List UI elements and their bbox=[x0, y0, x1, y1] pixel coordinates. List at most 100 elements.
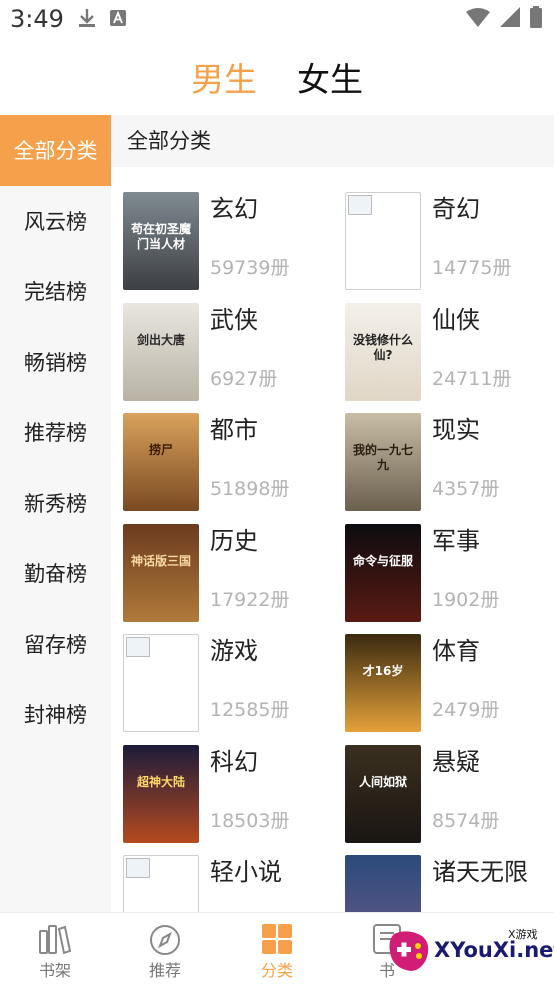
nav-bookshelf-label: 书架 bbox=[38, 961, 71, 980]
gender-tabs: 男生 女生 bbox=[0, 54, 554, 106]
cover-text: 命令与征服 bbox=[352, 553, 413, 568]
book-cover-image: 超神大陆 bbox=[123, 744, 199, 843]
book-cover-image: 人间如狱 bbox=[345, 744, 421, 843]
category-book-count: 1902册 bbox=[432, 588, 500, 611]
category-book-count: 14775册 bbox=[432, 257, 512, 279]
category-card[interactable]: 奇幻 14775册 bbox=[345, 192, 554, 292]
nav-category-label: 分类 bbox=[260, 961, 293, 980]
category-card[interactable]: 捞尸 都市 51898册 bbox=[123, 413, 333, 513]
sidebar-item-all-categories[interactable]: 全部分类 bbox=[0, 115, 111, 186]
category-content: 全部分类 苟在初圣魔门当人材 玄幻 59739册 奇幻 14775册剑出大唐 武侠 6927… bbox=[111, 115, 554, 912]
nav-recommend-label: 推荐 bbox=[148, 961, 181, 980]
sidebar-item-completed[interactable]: 完结榜 bbox=[0, 256, 111, 327]
category-card[interactable]: 诸天无限 bbox=[345, 855, 554, 912]
category-card[interactable]: 人间如狱 悬疑 8574册 bbox=[345, 744, 554, 845]
category-book-count: 2479册 bbox=[432, 699, 500, 721]
book-cover-image: 捞尸 bbox=[123, 413, 199, 511]
category-card[interactable]: 神话版三国 历史 17922册 bbox=[123, 523, 333, 624]
book-cover-image: 才16岁 bbox=[345, 634, 421, 732]
category-title: 悬疑 bbox=[432, 747, 480, 776]
sidebar-item-diligent[interactable]: 勤奋榜 bbox=[0, 538, 111, 609]
sidebar-item-recommended[interactable]: 推荐榜 bbox=[0, 397, 111, 468]
nav-category[interactable]: 分类 bbox=[222, 913, 332, 985]
sidebar-item-fengyun[interactable]: 风云榜 bbox=[0, 186, 111, 257]
sidebar-item-new[interactable]: 新秀榜 bbox=[0, 468, 111, 539]
category-card[interactable]: 没钱修什么仙? 仙侠 24711册 bbox=[345, 302, 554, 403]
category-card[interactable]: 我的一九七九 现实 4357册 bbox=[345, 413, 554, 513]
site-watermark: X游戏 XYouXi.net bbox=[388, 922, 554, 978]
broken-image-icon bbox=[126, 637, 150, 657]
category-book-count: 17922册 bbox=[210, 588, 290, 611]
cover-text: 才16岁 bbox=[362, 664, 404, 678]
tab-male[interactable]: 男生 bbox=[191, 54, 257, 106]
tab-female[interactable]: 女生 bbox=[297, 54, 363, 106]
category-book-count: 12585册 bbox=[210, 699, 290, 721]
category-book-count: 18503册 bbox=[210, 809, 290, 832]
category-book-count: 24711册 bbox=[432, 367, 512, 390]
category-book-count: 6927册 bbox=[210, 367, 278, 390]
category-title: 武侠 bbox=[210, 305, 258, 334]
category-title: 历史 bbox=[210, 526, 258, 555]
book-cover-image: 我的一九七九 bbox=[345, 413, 421, 511]
sidebar-item-bestseller[interactable]: 畅销榜 bbox=[0, 327, 111, 398]
download-icon bbox=[79, 9, 95, 27]
book-cover-image: 苟在初圣魔门当人材 bbox=[123, 192, 199, 290]
category-title: 体育 bbox=[432, 637, 480, 665]
category-title: 诸天无限 bbox=[432, 858, 528, 886]
book-cover-image: 剑出大唐 bbox=[123, 302, 199, 401]
category-card[interactable]: 剑出大唐 武侠 6927册 bbox=[123, 302, 333, 403]
sidebar-item-legend[interactable]: 封神榜 bbox=[0, 679, 111, 750]
broken-image-icon bbox=[126, 858, 150, 878]
category-card[interactable]: 超神大陆 科幻 18503册 bbox=[123, 744, 333, 845]
status-bar: 3:49 bbox=[0, 0, 554, 40]
book-cover-image: 没钱修什么仙? bbox=[345, 302, 421, 401]
status-time: 3:49 bbox=[10, 5, 64, 33]
category-book-count: 4357册 bbox=[432, 478, 500, 500]
cover-text: 超神大陆 bbox=[136, 774, 185, 789]
cover-text: 捞尸 bbox=[148, 443, 173, 457]
nav-bookshelf[interactable]: 书架 bbox=[0, 913, 110, 985]
book-cover-image bbox=[123, 634, 199, 732]
category-title: 玄幻 bbox=[210, 195, 258, 223]
gamepad-logo-icon bbox=[389, 931, 429, 971]
book-cover-image bbox=[123, 855, 199, 912]
category-card[interactable]: 轻小说 bbox=[123, 855, 333, 912]
wifi-icon bbox=[466, 8, 490, 27]
battery-icon bbox=[530, 6, 542, 28]
nav-recommend[interactable]: 推荐 bbox=[110, 913, 220, 985]
cover-text: 没钱修什么仙? bbox=[352, 332, 413, 362]
bookshelf-icon bbox=[39, 925, 72, 955]
category-title: 仙侠 bbox=[432, 305, 480, 334]
ranking-sidebar: 全部分类 风云榜 完结榜 畅销榜 推荐榜 新秀榜 勤奋榜 留存榜 封神榜 bbox=[0, 115, 111, 912]
cover-text: 我的一九七九 bbox=[352, 443, 413, 472]
content-header: 全部分类 bbox=[111, 115, 554, 167]
category-title: 轻小说 bbox=[210, 858, 282, 886]
category-book-count: 59739册 bbox=[210, 257, 290, 279]
category-title: 军事 bbox=[432, 526, 480, 555]
cover-text: 苟在初圣魔门当人材 bbox=[130, 222, 191, 251]
category-card[interactable]: 命令与征服 军事 1902册 bbox=[345, 523, 554, 624]
category-title: 游戏 bbox=[210, 637, 258, 665]
cover-text: 人间如狱 bbox=[358, 774, 407, 789]
book-cover-image bbox=[345, 192, 421, 290]
compass-icon bbox=[150, 925, 180, 955]
category-card[interactable]: 苟在初圣魔门当人材 玄幻 59739册 bbox=[123, 192, 333, 292]
broken-image-icon bbox=[348, 195, 372, 215]
book-cover-image: 神话版三国 bbox=[123, 523, 199, 622]
category-title: 现实 bbox=[432, 416, 480, 444]
cover-text: 剑出大唐 bbox=[136, 332, 185, 347]
category-title: 都市 bbox=[210, 416, 258, 444]
category-card[interactable]: 才16岁 体育 2479册 bbox=[345, 634, 554, 734]
watermark-text: XYouXi.net bbox=[434, 938, 554, 962]
font-a-icon bbox=[110, 10, 126, 26]
sidebar-item-retention[interactable]: 留存榜 bbox=[0, 609, 111, 680]
category-book-count: 8574册 bbox=[432, 809, 500, 832]
category-title: 奇幻 bbox=[432, 195, 480, 223]
book-cover-image bbox=[345, 855, 421, 912]
category-card[interactable]: 游戏 12585册 bbox=[123, 634, 333, 734]
category-title: 科幻 bbox=[210, 747, 258, 776]
book-cover-image: 命令与征服 bbox=[345, 523, 421, 622]
category-grid-icon bbox=[262, 924, 292, 954]
cover-text: 神话版三国 bbox=[130, 553, 191, 568]
signal-icon bbox=[500, 7, 520, 27]
